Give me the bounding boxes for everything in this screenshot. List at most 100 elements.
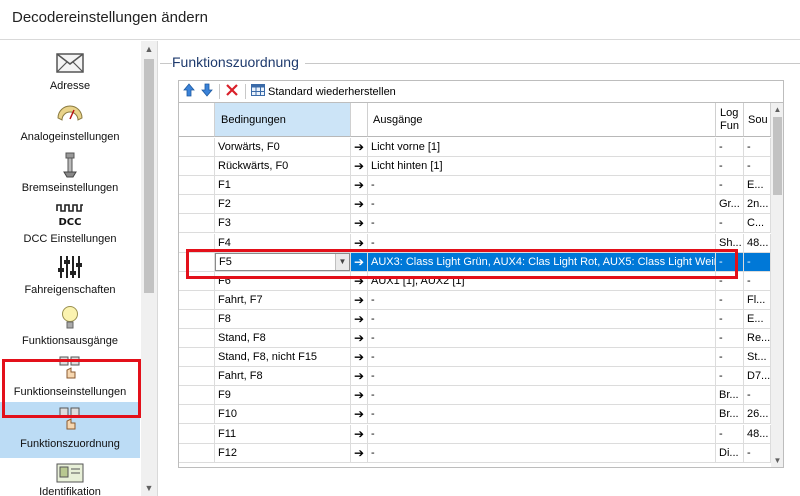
cell-bedingungen[interactable]: Vorwärts, F0 bbox=[215, 138, 351, 156]
cell-sou[interactable]: - bbox=[744, 157, 771, 176]
cell-log-fun[interactable]: - bbox=[716, 271, 744, 290]
cell-sou[interactable]: - bbox=[744, 386, 771, 405]
cell-ausgaenge[interactable]: - bbox=[368, 233, 716, 252]
cell-bedingungen[interactable]: Stand, F8 bbox=[215, 329, 351, 347]
cell-bedingungen[interactable]: F8 bbox=[215, 309, 351, 328]
cell-sou[interactable]: Fl... bbox=[744, 290, 771, 309]
cell-sou[interactable]: E... bbox=[744, 176, 771, 195]
sidebar-item-adresse[interactable]: Adresse bbox=[0, 45, 140, 96]
row-header-cell[interactable] bbox=[179, 386, 215, 405]
scrollbar-thumb[interactable] bbox=[773, 117, 782, 195]
table-row[interactable]: F3 ➔ - - C... bbox=[179, 214, 771, 234]
cell-ausgaenge[interactable]: - bbox=[368, 348, 716, 367]
sidebar-item-identifikation[interactable]: Identifikation bbox=[0, 458, 140, 496]
move-down-button[interactable] bbox=[201, 83, 213, 100]
grid-scrollbar[interactable]: ▲ ▼ bbox=[771, 103, 783, 467]
cell-bedingungen[interactable]: F1 bbox=[215, 176, 351, 195]
scrollbar-thumb[interactable] bbox=[144, 59, 154, 293]
scroll-up-arrow-icon[interactable]: ▲ bbox=[141, 41, 157, 57]
table-row[interactable]: F10 ➔ - Br... 26... bbox=[179, 405, 771, 425]
chevron-down-icon[interactable]: ▼ bbox=[335, 253, 349, 270]
row-header-cell[interactable] bbox=[179, 329, 215, 347]
table-row[interactable]: F11 ➔ - -48... bbox=[179, 424, 771, 444]
cell-log-fun[interactable]: - bbox=[716, 348, 744, 367]
sidebar-item-dcc-einstellungen[interactable]: DCC DCC Einstellungen bbox=[0, 198, 140, 249]
column-header-sou[interactable]: Sou bbox=[744, 103, 771, 137]
cell-bedingungen[interactable]: F3 bbox=[215, 214, 351, 233]
cell-ausgaenge[interactable]: - bbox=[368, 176, 716, 195]
table-row[interactable]: F9 ➔ - Br... - bbox=[179, 386, 771, 406]
sidebar-item-funktionsausgaenge[interactable]: Funktionsausgänge bbox=[0, 300, 140, 351]
sidebar-item-funktionszuordnung[interactable]: Funktionszuordnung bbox=[0, 402, 140, 458]
cell-bedingungen[interactable]: Fahrt, F7 bbox=[215, 290, 351, 309]
row-header-cell[interactable] bbox=[179, 290, 215, 309]
cell-sou[interactable]: - bbox=[744, 271, 771, 290]
sidebar-scrollbar[interactable]: ▲ ▼ bbox=[141, 41, 157, 496]
cell-log-fun[interactable]: - bbox=[716, 138, 744, 156]
column-header-log-fun[interactable]: Log Fun bbox=[716, 103, 744, 137]
column-header-ausgaenge[interactable]: Ausgänge bbox=[368, 103, 716, 137]
cell-ausgaenge[interactable]: AUX1 [1], AUX2 [1] bbox=[368, 271, 716, 290]
cell-sou[interactable]: 26... bbox=[744, 405, 771, 424]
table-row[interactable]: Fahrt, F8 ➔ - - D7... bbox=[179, 367, 771, 387]
table-row[interactable]: F1 ➔ - - E... bbox=[179, 176, 771, 196]
cell-log-fun[interactable]: Gr... bbox=[716, 195, 744, 214]
cell-bedingungen[interactable]: Fahrt, F8 bbox=[215, 367, 351, 386]
cell-ausgaenge[interactable]: - bbox=[368, 214, 716, 233]
cell-ausgaenge[interactable]: - bbox=[368, 290, 716, 309]
restore-defaults-button[interactable]: Standard wiederherstellen bbox=[251, 83, 396, 100]
row-header-cell[interactable] bbox=[179, 195, 215, 214]
condition-combobox[interactable]: F5 ▼ bbox=[215, 252, 350, 271]
scroll-down-arrow-icon[interactable]: ▼ bbox=[141, 480, 157, 496]
cell-bedingungen[interactable]: Rückwärts, F0 bbox=[215, 157, 351, 176]
row-header-cell[interactable] bbox=[179, 309, 215, 328]
cell-log-fun[interactable]: - bbox=[716, 157, 744, 176]
cell-ausgaenge[interactable]: - bbox=[368, 424, 716, 443]
cell-log-fun[interactable]: - bbox=[716, 367, 744, 386]
cell-sou[interactable]: D7... bbox=[744, 367, 771, 386]
cell-bedingungen[interactable]: F10 bbox=[215, 405, 351, 424]
row-header-cell[interactable] bbox=[179, 405, 215, 424]
cell-sou[interactable]: E... bbox=[744, 309, 771, 328]
table-row[interactable]: F6 ➔ AUX1 [1], AUX2 [1] - - bbox=[179, 271, 771, 291]
cell-log-fun[interactable]: - bbox=[716, 176, 744, 195]
row-header-cell[interactable] bbox=[179, 233, 215, 252]
row-header-cell[interactable] bbox=[179, 176, 215, 195]
cell-bedingungen[interactable]: F11 bbox=[215, 424, 351, 443]
row-header-cell[interactable] bbox=[179, 252, 215, 271]
sidebar-item-bremseinstellungen[interactable]: Bremseinstellungen bbox=[0, 147, 140, 198]
cell-ausgaenge[interactable]: - bbox=[368, 405, 716, 424]
table-row[interactable]: F4 ➔ - Sh... 48... bbox=[179, 233, 771, 253]
table-row-selected[interactable]: F5 ▼ ➔ AUX3: Class Light Grün, AUX4: Clas L… bbox=[179, 252, 771, 272]
cell-log-fun[interactable]: Sh... bbox=[716, 233, 744, 252]
cell-ausgaenge[interactable]: AUX3: Class Light Grün, AUX4: Clas Light… bbox=[368, 252, 716, 271]
scroll-down-arrow-icon[interactable]: ▼ bbox=[771, 454, 783, 467]
cell-log-fun[interactable]: - bbox=[716, 252, 744, 271]
row-header-cell[interactable] bbox=[179, 443, 215, 462]
cell-sou[interactable]: 2n... bbox=[744, 195, 771, 214]
cell-ausgaenge[interactable]: - bbox=[368, 367, 716, 386]
cell-ausgaenge[interactable]: Licht hinten [1] bbox=[368, 157, 716, 176]
cell-ausgaenge[interactable]: - bbox=[368, 309, 716, 328]
table-row[interactable]: F12 ➔ - Di... - bbox=[179, 443, 771, 463]
row-header-cell[interactable] bbox=[179, 157, 215, 176]
table-row[interactable]: Vorwärts, F0 ➔ Licht vorne [1] - - bbox=[179, 138, 771, 157]
cell-log-fun[interactable]: - bbox=[716, 290, 744, 309]
table-row[interactable]: Fahrt, F7 ➔ - - Fl... bbox=[179, 290, 771, 310]
row-header-cell[interactable] bbox=[179, 424, 215, 443]
cell-bedingungen[interactable]: F6 bbox=[215, 271, 351, 290]
cell-ausgaenge[interactable]: - bbox=[368, 329, 716, 347]
table-row[interactable]: Rückwärts, F0 ➔ Licht hinten [1] - - bbox=[179, 157, 771, 177]
scroll-up-arrow-icon[interactable]: ▲ bbox=[771, 103, 783, 116]
cell-sou[interactable]: 48... bbox=[744, 233, 771, 252]
cell-log-fun[interactable]: - bbox=[716, 214, 744, 233]
cell-sou[interactable]: 48... bbox=[744, 424, 771, 443]
column-header-bedingungen[interactable]: Bedingungen bbox=[215, 103, 351, 137]
cell-bedingungen[interactable]: F2 bbox=[215, 195, 351, 214]
cell-bedingungen[interactable]: Stand, F8, nicht F15 bbox=[215, 348, 351, 367]
row-header-cell[interactable] bbox=[179, 138, 215, 156]
cell-log-fun[interactable]: Br... bbox=[716, 386, 744, 405]
cell-ausgaenge[interactable]: - bbox=[368, 195, 716, 214]
cell-ausgaenge[interactable]: - bbox=[368, 386, 716, 405]
table-row[interactable]: Stand, F8 ➔ - - Re... bbox=[179, 329, 771, 348]
